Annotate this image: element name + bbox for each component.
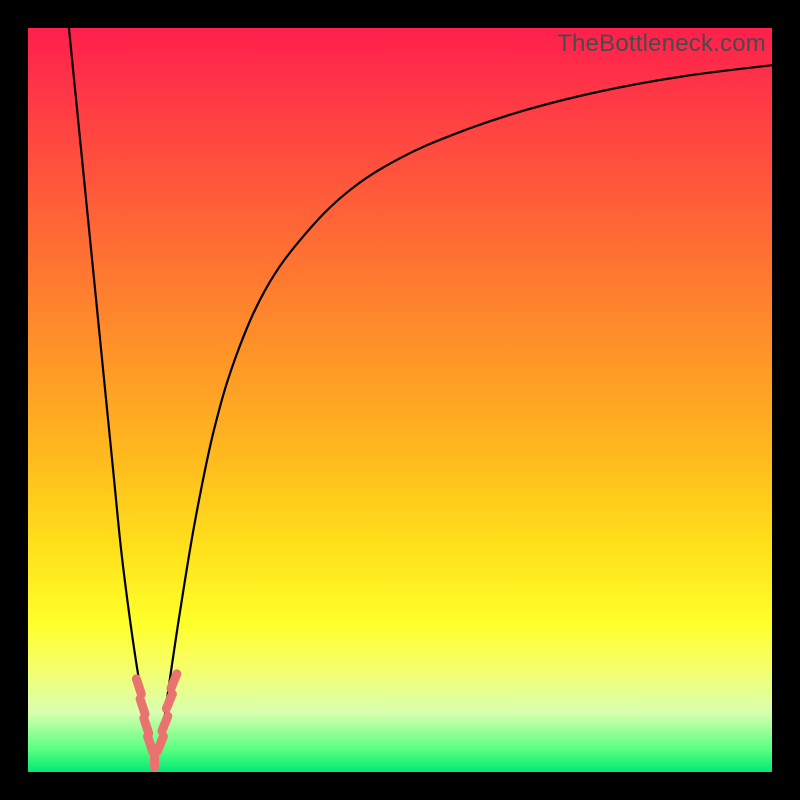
curve-right-branch xyxy=(156,65,772,761)
curve-overlay xyxy=(28,28,772,772)
marker-dash xyxy=(171,674,177,689)
plot-area: TheBottleneck.com xyxy=(28,28,772,772)
marker-dash xyxy=(148,736,153,751)
curve-left-branch xyxy=(69,28,153,761)
marker-dash xyxy=(140,699,145,714)
marker-dash xyxy=(162,716,168,731)
chart-frame: TheBottleneck.com xyxy=(0,0,800,800)
marker-dash xyxy=(157,736,163,751)
marker-dash xyxy=(144,718,149,733)
marker-dash xyxy=(136,679,141,694)
marker-cluster xyxy=(136,674,176,768)
watermark-text: TheBottleneck.com xyxy=(557,30,766,58)
marker-dash xyxy=(166,694,172,709)
